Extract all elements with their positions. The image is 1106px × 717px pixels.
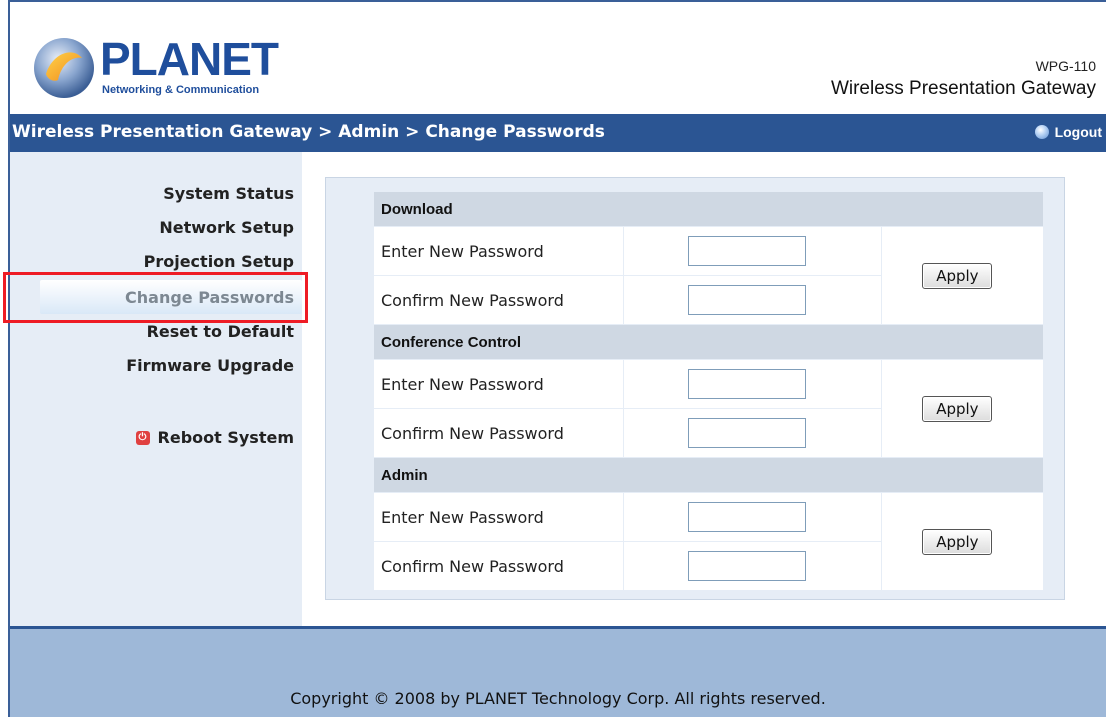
table-row: Enter New Password Apply	[374, 359, 1045, 458]
section-title: Download	[374, 192, 1044, 227]
globe-logo-icon	[34, 38, 94, 98]
section-title: Conference Control	[374, 324, 1044, 360]
breadcrumb: Wireless Presentation Gateway > Admin > …	[12, 122, 605, 142]
logout-link[interactable]: Logout	[1034, 124, 1102, 140]
brand-wordmark: PLANET	[100, 33, 279, 85]
power-icon: ⏻	[135, 430, 150, 445]
password-table: Download Enter New Password Apply Confir…	[374, 192, 1045, 591]
table-row: Enter New Password Apply	[374, 226, 1045, 325]
title-bar: Wireless Presentation Gateway > Admin > …	[10, 114, 1106, 152]
download-apply-button[interactable]: Apply	[922, 262, 993, 289]
logout-label: Logout	[1054, 124, 1102, 140]
annotation-highlight-box	[3, 272, 308, 323]
admin-apply-button[interactable]: Apply	[922, 528, 993, 555]
product-name: Wireless Presentation Gateway	[830, 78, 1096, 99]
brand-tagline: Networking & Communication	[102, 84, 260, 96]
sidebar-item-reset-to-default[interactable]: Reset to Default	[147, 322, 294, 341]
section-title: Admin	[374, 457, 1044, 493]
conference-new-password-input[interactable]	[687, 369, 806, 399]
field-label: Enter New Password	[374, 492, 624, 542]
sidebar-item-firmware-upgrade[interactable]: Firmware Upgrade	[126, 356, 294, 375]
sidebar: System Status Network Setup Projection S…	[10, 152, 302, 626]
section-header-download: Download	[374, 192, 1044, 227]
sidebar-item-system-status[interactable]: System Status	[163, 184, 294, 203]
reboot-system-link[interactable]: ⏻ Reboot System	[135, 428, 294, 447]
admin-new-password-input[interactable]	[687, 502, 806, 532]
change-passwords-panel: Download Enter New Password Apply Confir…	[325, 177, 1065, 600]
conference-apply-button[interactable]: Apply	[922, 395, 993, 422]
section-header-admin: Admin	[374, 457, 1044, 493]
field-label: Enter New Password	[374, 226, 624, 276]
field-label: Enter New Password	[374, 359, 624, 409]
logout-icon	[1034, 125, 1049, 139]
sidebar-item-network-setup[interactable]: Network Setup	[159, 218, 294, 237]
field-label: Confirm New Password	[374, 541, 624, 591]
sidebar-item-projection-setup[interactable]: Projection Setup	[144, 252, 294, 271]
table-row: Enter New Password Apply	[374, 492, 1045, 591]
planet-logo: PLANET Networking & Communication	[32, 34, 279, 98]
download-confirm-password-input[interactable]	[687, 285, 806, 315]
download-new-password-input[interactable]	[687, 236, 806, 266]
copyright-text: Copyright © 2008 by PLANET Technology Co…	[290, 689, 826, 708]
conference-confirm-password-input[interactable]	[687, 418, 806, 448]
admin-confirm-password-input[interactable]	[687, 551, 806, 581]
footer: Copyright © 2008 by PLANET Technology Co…	[10, 629, 1106, 717]
header: PLANET Networking & Communication WPG-11…	[10, 2, 1106, 114]
field-label: Confirm New Password	[374, 275, 624, 325]
section-header-conference-control: Conference Control	[374, 324, 1044, 360]
field-label: Confirm New Password	[374, 408, 624, 458]
model-number: WPG-110	[1035, 58, 1096, 74]
reboot-label: Reboot System	[157, 428, 294, 447]
